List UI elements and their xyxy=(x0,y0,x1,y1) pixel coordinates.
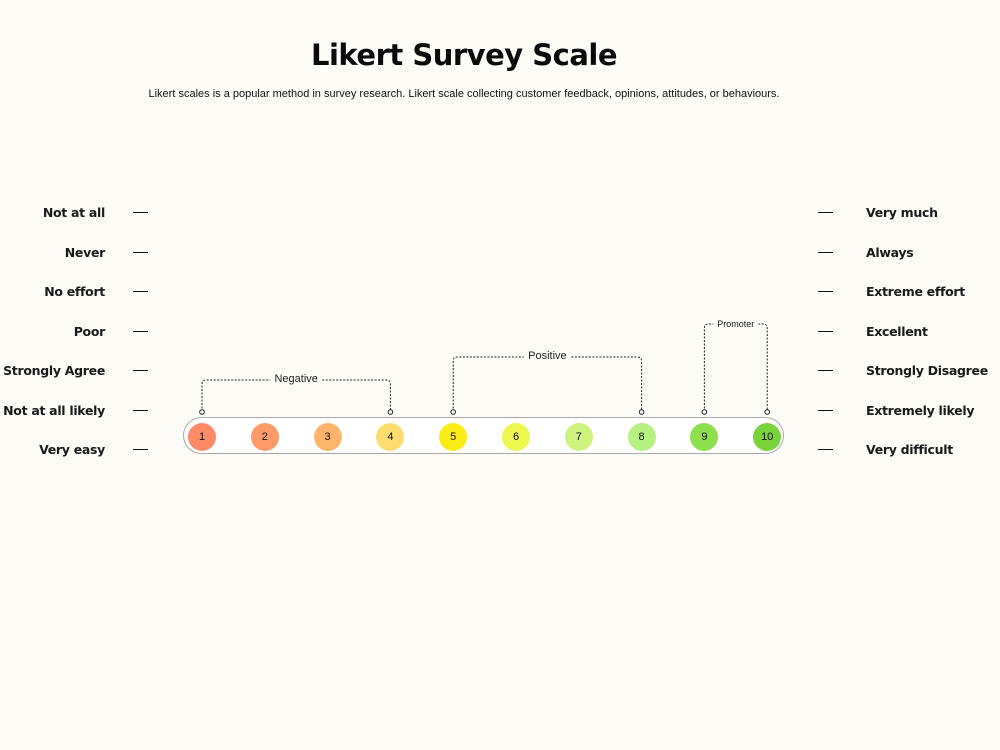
scale-option-6[interactable]: 6 xyxy=(502,423,530,451)
scale-option-value: 4 xyxy=(387,431,394,443)
scale-option-3[interactable]: 3 xyxy=(313,423,342,451)
scale-option-10[interactable]: 10 xyxy=(753,423,782,451)
bracket-endpoint xyxy=(199,409,205,415)
page: Likert Survey Scale Likert scales is a p… xyxy=(0,0,1000,750)
bracket-endpoint xyxy=(701,409,708,415)
scale-option-value: 5 xyxy=(450,431,457,443)
bracket-endpoint xyxy=(450,409,457,415)
scale-option-value: 1 xyxy=(198,431,206,443)
scale-option-value: 8 xyxy=(638,431,645,443)
scale-option-value: 9 xyxy=(701,431,708,443)
bracket-endpoint xyxy=(387,409,394,415)
bracket-endpoint xyxy=(638,409,645,415)
scale-option-2[interactable]: 2 xyxy=(250,423,279,451)
group-label-negative: Negative xyxy=(270,373,322,385)
group-bracket-line xyxy=(703,323,768,412)
scale-option-value: 3 xyxy=(324,431,331,443)
scale-option-8[interactable]: 8 xyxy=(627,423,656,451)
group-bracket-line xyxy=(452,356,643,412)
scale-option-value: 10 xyxy=(761,431,774,443)
scale-option-5[interactable]: 5 xyxy=(439,423,468,451)
group-label-promoter: Promoter xyxy=(713,319,759,329)
scale-option-7[interactable]: 7 xyxy=(564,423,593,451)
group-brackets xyxy=(199,323,771,415)
scale-option-1[interactable]: 1 xyxy=(188,423,216,451)
scale-option-value: 7 xyxy=(575,431,582,443)
scale-option-value: 6 xyxy=(512,431,520,443)
group-label-positive: Positive xyxy=(524,350,571,362)
bracket-endpoint xyxy=(764,409,771,415)
scale-option-value: 2 xyxy=(261,431,268,443)
